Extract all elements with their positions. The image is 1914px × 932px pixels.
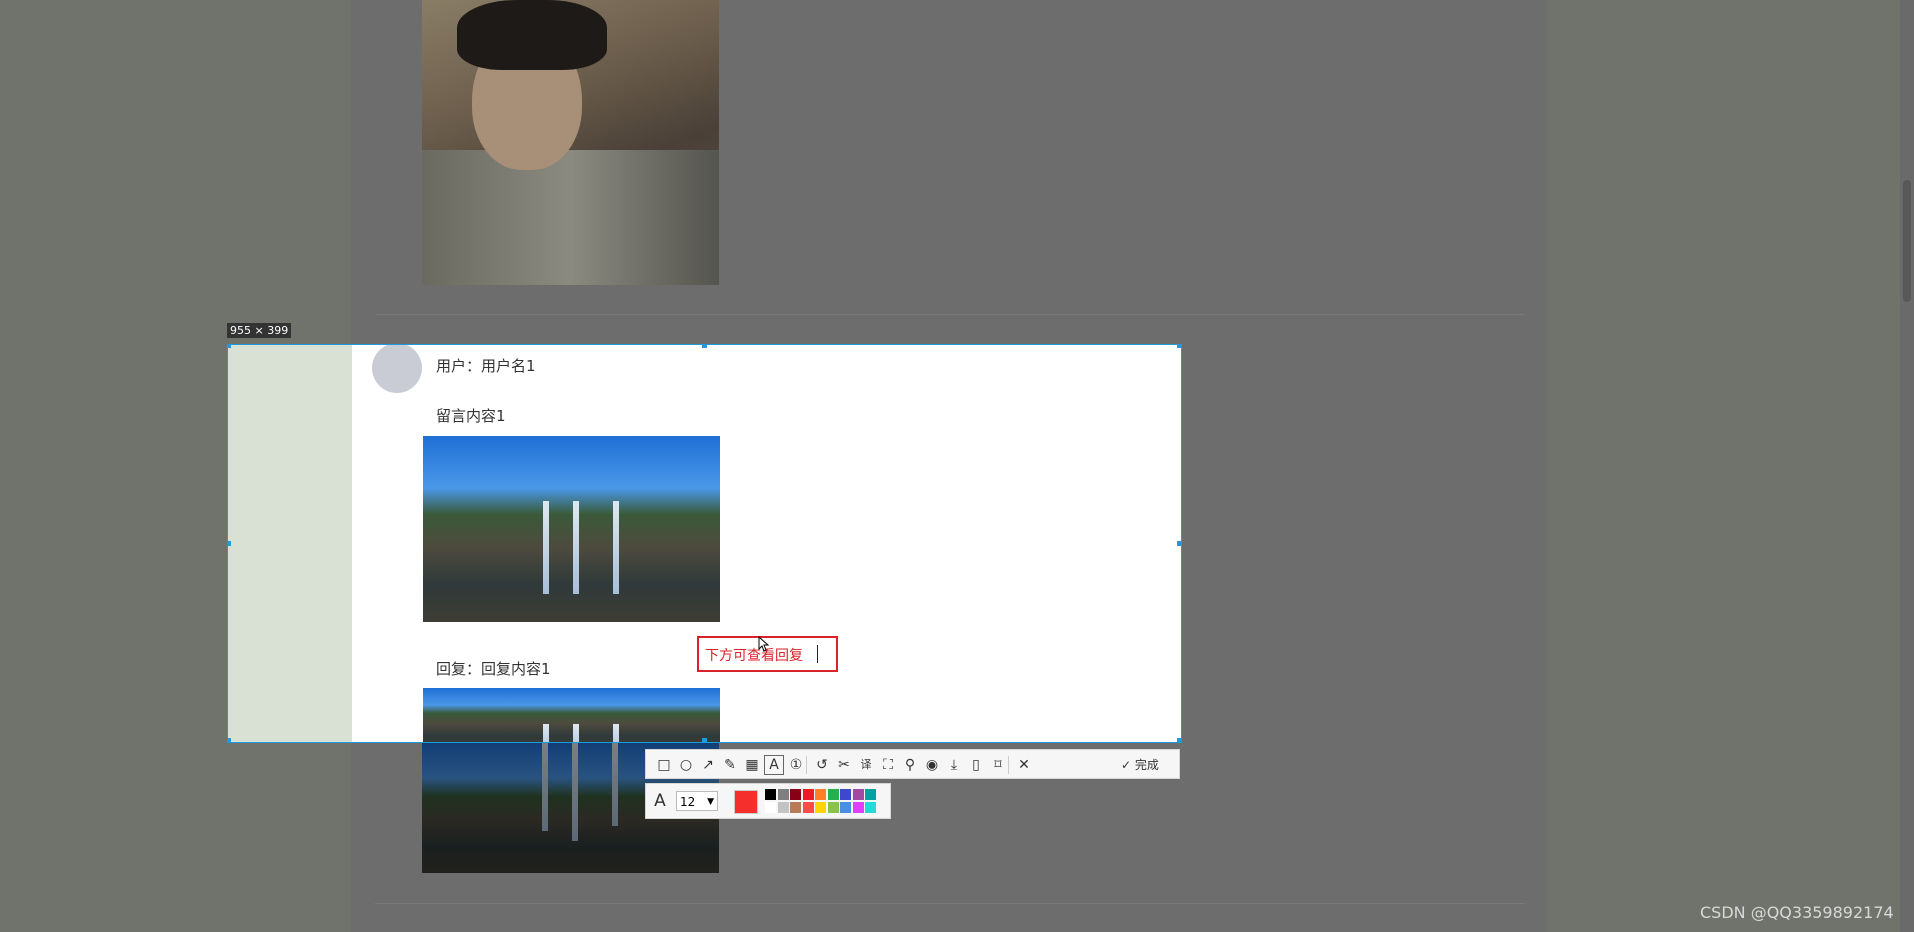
color-swatch[interactable] [840,789,851,800]
pencil-icon[interactable]: ✎ [720,755,740,775]
translate-icon[interactable]: 译 [856,755,876,775]
comment-image [423,436,720,622]
rectangle-icon[interactable]: □ [654,755,674,775]
color-swatch[interactable] [790,802,801,813]
screen-record-icon[interactable]: ⛶ [878,755,898,775]
record-icon[interactable]: ◉ [922,755,942,775]
arrow-icon[interactable]: ↗ [698,755,718,775]
check-icon: ✓ [1121,758,1132,772]
color-swatch[interactable] [815,802,826,813]
text-properties-panel: A 12 ▼ [645,783,891,819]
annotation-toolbar: □ ○ ↗ ✎ ▦ A ① ↺ ✂ 译 ⛶ ⚲ ◉ ⤓ ▯ ⌑ ✕ ✓ 完成 [645,749,1180,779]
color-swatch[interactable] [777,789,789,800]
done-label: 完成 [1134,758,1159,772]
font-icon: A [654,791,666,811]
comment-user: 用户：用户名1 [436,357,536,375]
toolbar-separator [806,756,807,774]
color-swatch[interactable] [765,802,776,813]
text-icon[interactable]: A [764,755,784,775]
color-swatch[interactable] [765,789,776,800]
text-annotation[interactable]: 下方可查看回复 [705,645,803,665]
color-swatch[interactable] [802,802,814,813]
text-caret [817,645,818,663]
color-swatch[interactable] [777,802,789,813]
previous-comment-image [422,0,719,285]
mouse-cursor-icon [758,636,770,652]
color-swatch[interactable] [827,789,839,800]
ellipse-icon[interactable]: ○ [676,755,696,775]
font-size-value: 12 [680,795,696,809]
resize-handle-bottom-right[interactable] [1177,738,1181,742]
resize-handle-top[interactable] [702,345,707,348]
page-background-right [1547,0,1914,932]
close-icon[interactable]: ✕ [1014,755,1034,775]
color-swatch[interactable] [840,802,851,813]
selection-side-background [228,345,352,742]
download-icon[interactable]: ⤓ [944,755,964,775]
font-size-select[interactable]: 12 ▼ [676,791,718,811]
scrollbar-thumb[interactable] [1903,180,1911,302]
selection-size-label: 955 × 399 [227,323,292,338]
color-swatch[interactable] [852,789,864,800]
reply-text: 回复：回复内容1 [436,660,551,678]
color-swatch[interactable] [802,789,814,800]
avatar [372,345,422,393]
reply-image [423,688,720,742]
current-color-swatch[interactable] [734,790,758,814]
screenshot-selection[interactable]: 用户：用户名1 留言内容1 回复：回复内容1 [227,344,1182,743]
resize-handle-left[interactable] [228,541,231,546]
done-button[interactable]: ✓ 完成 [1121,755,1159,775]
color-swatch[interactable] [865,802,876,813]
ocr-icon[interactable]: ✂ [834,755,854,775]
comment-divider-bottom [375,903,1525,904]
color-swatch[interactable] [790,789,801,800]
color-swatch[interactable] [815,789,826,800]
color-swatch[interactable] [827,802,839,813]
phone-icon[interactable]: ▯ [966,755,986,775]
toolbar-separator [1008,756,1009,774]
color-swatch[interactable] [852,802,864,813]
pin-icon[interactable]: ⚲ [900,755,920,775]
mosaic-icon[interactable]: ▦ [742,755,762,775]
comment-content: 留言内容1 [436,407,506,425]
resize-handle-top-left[interactable] [228,345,231,348]
chevron-down-icon: ▼ [707,797,714,807]
bookmark-icon[interactable]: ⌑ [988,755,1008,775]
color-swatch[interactable] [865,789,876,800]
scrollbar[interactable] [1900,0,1914,932]
resize-handle-bottom-left[interactable] [228,738,231,742]
watermark: CSDN @QQ3359892174 [1700,903,1894,922]
undo-icon[interactable]: ↺ [812,755,832,775]
resize-handle-bottom[interactable] [702,738,707,742]
comment-divider [375,314,1525,315]
resize-handle-right[interactable] [1177,541,1181,546]
number-icon[interactable]: ① [786,755,806,775]
resize-handle-top-right[interactable] [1177,345,1181,348]
